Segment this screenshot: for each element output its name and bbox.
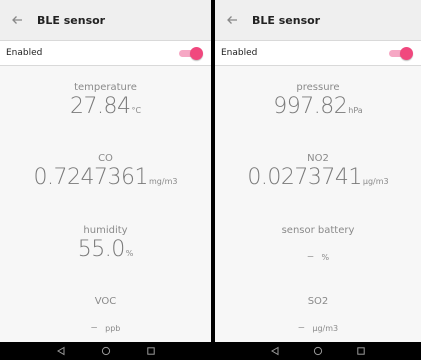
reading-unit: µg/m3 [312,324,339,333]
reading-value-line: – ppb [0,316,211,335]
reading-value-line: – µg/m3 [215,316,421,335]
system-nav-bar [0,342,211,360]
reading-unit: °C [131,106,142,115]
system-nav-bar [215,342,421,360]
reading-unit: ppb [105,324,121,333]
reading-value-line: 0.7247361mg/m3 [0,165,211,190]
screenshot-pair: BLE sensor Enabled temperature 27.84°C C… [0,0,421,360]
app-title: BLE sensor [252,13,321,27]
reading-so2: SO2 – µg/m3 [215,296,421,335]
enabled-toggle[interactable] [179,47,203,60]
enabled-row[interactable]: Enabled [0,40,211,66]
reading-unit: µg/m3 [362,177,389,186]
reading-value-line: 997.82hPa [215,94,421,119]
reading-co: CO 0.7247361mg/m3 [0,153,211,190]
reading-label: pressure [296,82,340,93]
enabled-row[interactable]: Enabled [215,40,421,66]
enabled-label: Enabled [221,48,258,58]
phone-screen-right: BLE sensor Enabled pressure 997.82hPa NO… [215,0,421,360]
app-bar: BLE sensor [0,0,211,40]
app-title: BLE sensor [37,13,106,27]
back-triangle-icon[interactable] [54,344,68,358]
reading-label: NO2 [307,153,329,164]
enabled-toggle[interactable] [389,47,413,60]
reading-value: – [90,319,98,335]
reading-label: temperature [74,82,137,93]
reading-temperature: temperature 27.84°C [0,82,211,119]
reading-value: 0.7247361 [33,165,149,190]
reading-voc: VOC – ppb [0,296,211,335]
home-circle-icon[interactable] [99,344,113,358]
readings-list: temperature 27.84°C CO 0.7247361mg/m3 hu… [0,67,211,342]
reading-label: SO2 [307,296,329,307]
reading-value: 0.0273741 [247,165,362,190]
reading-value: 55.0 [77,237,125,262]
reading-unit: mg/m3 [149,177,178,186]
reading-value-line: –% [215,245,421,264]
reading-value-line: 27.84°C [0,94,211,119]
reading-sensor-battery: sensor battery –% [215,225,421,264]
reading-value: 997.82 [273,94,348,119]
reading-label: CO [98,153,113,164]
toggle-thumb [400,47,413,60]
reading-value-line: 0.0273741µg/m3 [215,165,421,190]
back-triangle-icon[interactable] [268,344,282,358]
reading-unit: hPa [348,106,363,115]
toggle-thumb [190,47,203,60]
reading-label: humidity [83,225,128,236]
reading-label: VOC [94,296,117,307]
reading-unit: % [321,253,330,262]
reading-value-line: 55.0% [0,237,211,262]
reading-value: 27.84 [69,94,131,119]
home-circle-icon[interactable] [311,344,325,358]
arrow-left-icon[interactable] [218,0,246,40]
app-bar: BLE sensor [215,0,421,40]
reading-no2: NO2 0.0273741µg/m3 [215,153,421,190]
enabled-label: Enabled [6,48,43,58]
reading-value: – [306,248,314,264]
reading-label: sensor battery [281,225,355,236]
reading-humidity: humidity 55.0% [0,225,211,262]
reading-pressure: pressure 997.82hPa [215,82,421,119]
arrow-left-icon[interactable] [3,0,31,40]
reading-value: – [297,319,305,335]
recents-square-icon[interactable] [354,344,368,358]
recents-square-icon[interactable] [144,344,158,358]
readings-list: pressure 997.82hPa NO2 0.0273741µg/m3 se… [215,67,421,342]
phone-screen-left: BLE sensor Enabled temperature 27.84°C C… [0,0,211,360]
reading-unit: % [125,249,134,258]
